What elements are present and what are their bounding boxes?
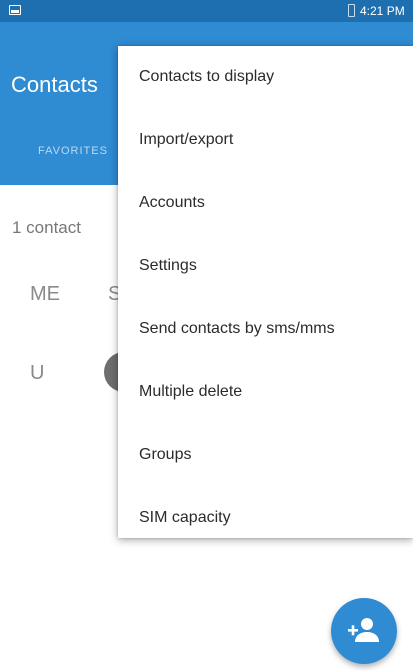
tab-favorites[interactable]: FAVORITES bbox=[38, 145, 108, 157]
contact-count: 1 contact bbox=[12, 218, 81, 237]
menu-item-settings[interactable]: Settings bbox=[118, 235, 413, 297]
screenshot-icon bbox=[9, 5, 21, 15]
menu-item-import-export[interactable]: Import/export bbox=[118, 109, 413, 171]
menu-item-accounts[interactable]: Accounts bbox=[118, 172, 413, 234]
menu-item-multiple-delete[interactable]: Multiple delete bbox=[118, 361, 413, 423]
battery-icon bbox=[348, 4, 355, 17]
menu-item-send-contacts[interactable]: Send contacts by sms/mms bbox=[118, 298, 413, 360]
add-contact-icon bbox=[348, 618, 379, 642]
u-section-header: U bbox=[30, 362, 45, 384]
me-section-header: ME bbox=[30, 283, 60, 305]
overflow-menu: Contacts to display Import/export Accoun… bbox=[118, 46, 413, 538]
status-bar: 4:21 PM bbox=[0, 0, 413, 22]
app-title: Contacts bbox=[11, 72, 98, 97]
menu-item-groups[interactable]: Groups bbox=[118, 424, 413, 486]
status-time: 4:21 PM bbox=[360, 4, 405, 18]
menu-item-sim-capacity[interactable]: SIM capacity bbox=[118, 487, 413, 549]
menu-item-contacts-to-display[interactable]: Contacts to display bbox=[118, 46, 413, 108]
add-contact-button[interactable] bbox=[331, 598, 397, 664]
